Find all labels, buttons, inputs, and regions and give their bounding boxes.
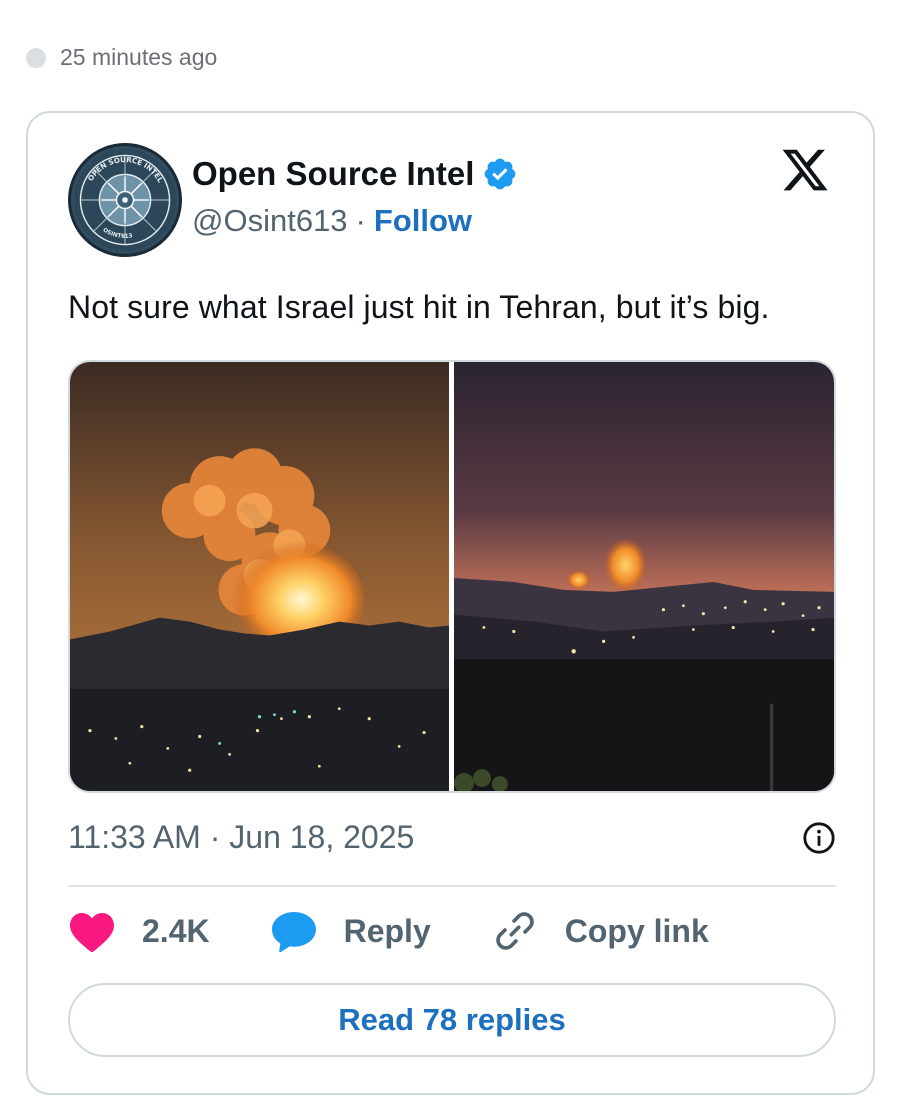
handle-separator: · xyxy=(355,203,366,238)
verified-badge-icon xyxy=(485,158,516,190)
media-grid xyxy=(68,360,836,793)
handle-row: @Osint613 · Follow xyxy=(192,203,518,239)
copy-link-button[interactable]: Copy link xyxy=(491,909,709,953)
tweet-meta-row: 11:33 AM · Jun 18, 2025 xyxy=(68,819,836,856)
tweet-timestamp[interactable]: 11:33 AM · Jun 18, 2025 xyxy=(68,819,414,856)
x-logo-icon[interactable] xyxy=(779,145,831,195)
author-block: Open Source Intel @Osint613 · Follow xyxy=(192,155,518,239)
reply-bubble-icon xyxy=(271,912,316,953)
like-button[interactable]: 2.4K xyxy=(68,909,210,953)
avatar-emblem: OPEN SOURCE INTEL OSINT613 xyxy=(73,148,177,252)
copy-link-label: Copy link xyxy=(564,912,709,949)
photo-explosion-closeup[interactable] xyxy=(70,362,449,791)
link-icon xyxy=(495,912,534,950)
action-bar: 2.4K Reply Copy link xyxy=(68,909,709,953)
divider xyxy=(68,885,836,887)
photo-distant-explosion[interactable] xyxy=(454,362,834,791)
like-count: 2.4K xyxy=(142,912,210,949)
author-name[interactable]: Open Source Intel xyxy=(192,155,474,193)
info-icon[interactable] xyxy=(802,821,836,855)
heart-icon xyxy=(70,913,114,952)
tweet-text: Not sure what Israel just hit in Tehran,… xyxy=(68,289,770,325)
reply-button[interactable]: Reply xyxy=(270,909,431,953)
timestamp: 25 minutes ago xyxy=(60,44,218,70)
read-replies-button[interactable]: Read 78 replies xyxy=(68,983,836,1057)
tweet-card: OPEN SOURCE INTEL OSINT613 Open Source I… xyxy=(26,111,875,1095)
author-name-row: Open Source Intel xyxy=(192,155,518,193)
avatar[interactable]: OPEN SOURCE INTEL OSINT613 xyxy=(68,143,182,257)
author-handle[interactable]: @Osint613 xyxy=(192,203,348,239)
timestamp-row: 25 minutes ago xyxy=(26,44,217,71)
follow-button[interactable]: Follow xyxy=(374,203,472,239)
status-dot xyxy=(26,47,46,68)
reply-label: Reply xyxy=(343,912,431,949)
